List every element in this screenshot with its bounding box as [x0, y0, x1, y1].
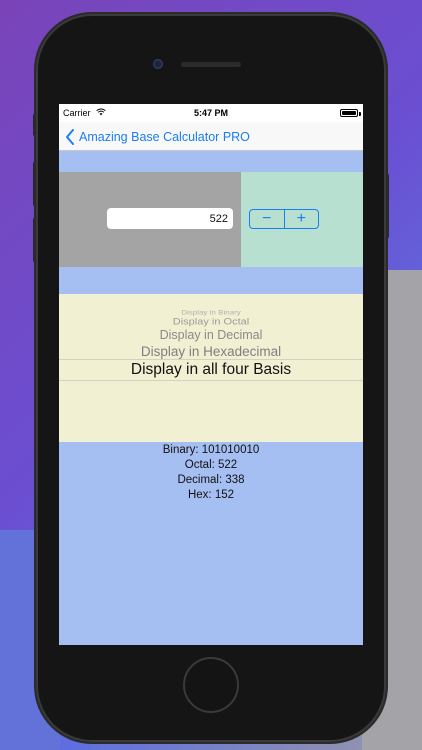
- picker-option-binary[interactable]: Display in Binary: [59, 309, 363, 316]
- navigation-bar: Amazing Base Calculator PRO: [59, 122, 363, 151]
- volume-up-button: [33, 162, 36, 206]
- status-time: 5:47 PM: [193, 108, 228, 118]
- middle-spacer-band: [59, 267, 363, 294]
- battery-icon: [340, 109, 358, 117]
- earpiece-speaker: [181, 62, 241, 67]
- display-mode-picker[interactable]: Display in Binary Display in Octal Displ…: [59, 294, 363, 442]
- number-input[interactable]: [107, 208, 233, 229]
- volume-down-button: [33, 218, 36, 262]
- picker-selection-bottom-line: [59, 380, 363, 381]
- result-panel: Binary: 101010010 Octal: 522 Decimal: 33…: [59, 442, 363, 645]
- battery-tip: [359, 112, 361, 116]
- chevron-left-icon: [66, 129, 74, 145]
- decrement-button[interactable]: −: [250, 210, 284, 228]
- front-camera: [153, 59, 163, 69]
- decimal-result: Decimal: 338: [177, 474, 245, 486]
- picker-option-octal[interactable]: Display in Octal: [59, 317, 363, 327]
- app-screen: Carrier 5:47 PM Amazing Base Calculator …: [59, 104, 363, 645]
- value-stepper: − +: [249, 209, 319, 229]
- back-button-label: Amazing Base Calculator PRO: [79, 130, 250, 144]
- octal-result: Octal: 522: [184, 459, 238, 471]
- home-button[interactable]: [183, 657, 239, 713]
- top-spacer-band: [59, 151, 363, 172]
- picker-option-selected[interactable]: Display in all four Basis: [59, 361, 363, 379]
- input-panel: [59, 172, 241, 267]
- hex-result: Hex: 152: [187, 489, 235, 501]
- picker-option-hexadecimal[interactable]: Display in Hexadecimal: [59, 344, 363, 359]
- back-button[interactable]: Amazing Base Calculator PRO: [65, 127, 250, 147]
- mute-switch: [33, 114, 36, 136]
- increment-button[interactable]: +: [285, 210, 319, 228]
- power-button: [386, 174, 389, 238]
- status-bar: Carrier 5:47 PM: [59, 104, 363, 122]
- picker-option-decimal[interactable]: Display in Decimal: [59, 328, 363, 342]
- stepper-panel: − +: [241, 172, 363, 267]
- picker-selection-top-line: [59, 359, 363, 360]
- binary-result: Binary: 101010010: [162, 444, 260, 456]
